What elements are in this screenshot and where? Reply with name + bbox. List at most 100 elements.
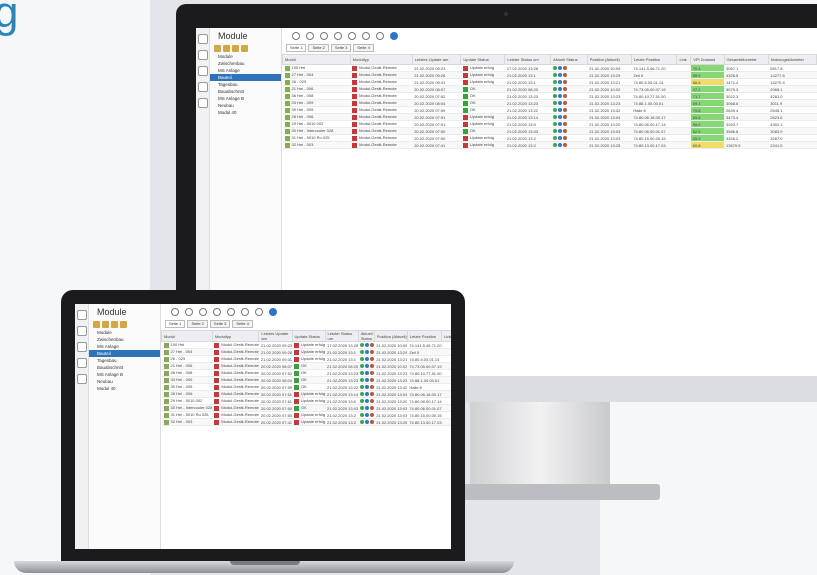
table-row[interactable]: 29 Hei - 5010 002 Modul-Gerät-Remote 20.02… [161,397,451,405]
tree-item[interactable]: Tagesbau [89,357,160,364]
users-icon[interactable] [76,326,87,336]
search-icon[interactable] [120,321,127,328]
table-row[interactable]: 30 Hei - Intercooler 028 Modul-Gerät-Remo… [161,404,451,412]
table-row[interactable]: 29 Hei - 5010 002 Modul-Gerät-Remote 20.02… [282,120,817,128]
home-icon[interactable] [76,310,87,320]
column-header[interactable]: Modul [282,54,351,65]
column-header[interactable]: Letzter Status um [504,54,552,65]
home-tool-icon[interactable] [292,32,300,40]
calendar-icon[interactable] [197,82,208,92]
table-row[interactable]: 21 Hei - 006 Modul-Gerät-Remote 20.02.2020… [161,362,451,370]
tree-item[interactable]: MS Anlage B [210,95,281,102]
column-header[interactable]: Letztes Update am [411,54,462,65]
tools-icon[interactable] [76,374,87,384]
column-header[interactable]: Letztes Update am [258,330,293,342]
tree-item[interactable]: Neubau [89,378,160,385]
table-row[interactable]: 32 Hei - 003 Modul-Gerät-Remote 20.02.2020… [161,418,451,426]
tree-item[interactable]: Bauabschnitt [210,88,281,95]
tree-item[interactable]: MS Anlage [210,67,281,74]
tab[interactable]: Seite 3 [330,44,352,52]
location-icon[interactable] [76,342,87,352]
tree-item[interactable]: Bauteil [210,74,281,81]
tree-item[interactable]: Neubau [210,102,281,109]
table-row[interactable]: 33 Hei - 009 Modul-Gerät-Remote 20.02.2020… [282,99,817,107]
tab[interactable]: Seite 4 [232,320,253,328]
table-row[interactable]: 36 Hei - 008 Modul-Gerät-Remote 20.02.2020… [282,92,817,100]
column-header[interactable]: Aktuell Status [550,54,588,65]
column-header[interactable]: VPI Zustand [690,54,725,65]
clock-icon[interactable] [241,308,249,316]
column-header[interactable]: Letzte Position [406,330,443,342]
table-row[interactable]: 30 Hei - Intercooler 028 Modul-Gerät-Remo… [282,127,817,135]
settings-icon[interactable] [376,32,384,40]
folder-icon[interactable] [214,45,221,52]
column-header[interactable]: Update Status [291,330,326,342]
table-row[interactable]: 27 Hei - 004 Modul-Gerät-Remote 21.02.2020… [282,71,817,79]
add-icon[interactable] [223,45,230,52]
column-header[interactable]: Link [441,330,451,342]
tree-item[interactable]: Tagesbau [210,81,281,88]
table-row[interactable]: 39 Hei - 005 Modul-Gerät-Remote 20.02.2020… [282,106,817,114]
table-row[interactable]: 31 Hei - 5010 Ro 025 Modul-Gerät-Remote 20… [161,411,451,419]
table-row[interactable]: 33 Hei - 009 Modul-Gerät-Remote 20.02.2020… [161,376,451,384]
table-row[interactable]: 28 Hei - 006 Modul-Gerät-Remote 20.02.2020… [282,113,817,121]
table-row[interactable]: 21 Hei - 006 Modul-Gerät-Remote 20.02.2020… [282,85,817,93]
tab[interactable]: Seite 4 [353,44,374,52]
table-row[interactable]: 27 Hei - 004 Modul-Gerät-Remote 21.02.2020… [161,348,451,356]
tree-item[interactable]: Bauteil [89,350,160,357]
tree-item[interactable]: MS Anlage [89,343,160,350]
tab[interactable]: Seite 1 [286,44,307,52]
tree-item[interactable]: Zwischenbau [89,336,160,343]
tab[interactable]: Seite 2 [308,44,329,52]
tree-item[interactable]: Zwischenbau [210,60,281,67]
tree-item[interactable]: MS Anlage B [89,371,160,378]
refresh-icon[interactable] [213,308,221,316]
tree-item[interactable]: Modul 40 [89,385,160,392]
list-tool-icon[interactable] [320,32,328,40]
tab[interactable]: Seite 3 [209,320,231,328]
users-icon[interactable] [197,50,208,60]
tools-icon[interactable] [197,98,208,108]
info-icon[interactable] [390,32,398,40]
column-header[interactable]: Gesamtkilometer [723,54,769,65]
column-header[interactable]: Modultyp [349,54,413,65]
column-header[interactable]: Modultyp [211,330,260,342]
tree-item[interactable]: Module [210,53,281,60]
table-row[interactable]: 28 Hei - 006 Modul-Gerät-Remote 20.02.2020… [161,390,451,398]
column-header[interactable]: Modul [161,330,213,342]
pin-icon[interactable] [348,32,356,40]
info-icon[interactable] [269,308,277,316]
tab[interactable]: Seite 1 [165,320,186,328]
calendar-icon[interactable] [76,358,87,368]
table-row[interactable]: 26 - 029 Modul-Gerät-Remote 21.02.2020 09:… [282,78,817,86]
column-header[interactable]: Position (Aktuell) [373,330,408,342]
search-icon[interactable] [241,45,248,52]
column-header[interactable]: Letzter Status um [324,330,359,342]
table-row[interactable]: 26 - 029 Modul-Gerät-Remote 21.02.2020 09:… [161,355,451,363]
settings-icon[interactable] [255,308,263,316]
table-row[interactable]: 32 Hei - 003 Modul-Gerät-Remote 20.02.2020… [282,141,817,149]
tab[interactable]: Seite 2 [187,320,208,328]
user-tool-icon[interactable] [306,32,314,40]
table-row[interactable]: 36 Hei - 008 Modul-Gerät-Remote 20.02.2020… [161,369,451,377]
refresh-icon[interactable] [334,32,342,40]
column-header[interactable]: Nutzungskilometer [767,54,817,65]
clock-icon[interactable] [362,32,370,40]
location-icon[interactable] [197,66,208,76]
folder-icon[interactable] [93,321,100,328]
table-row[interactable]: 100 Hei Modul-Gerät-Remote 21.02.2020 09:2… [282,64,817,72]
column-header[interactable]: Update Status [460,54,506,65]
table-row[interactable]: 39 Hei - 005 Modul-Gerät-Remote 20.02.2020… [161,383,451,391]
column-header[interactable]: Link [676,54,692,65]
table-row[interactable]: 100 Hei Modul-Gerät-Remote 21.02.2020 09:2… [161,341,451,349]
delete-icon[interactable] [232,45,239,52]
column-header[interactable]: Letzte Position [630,54,678,65]
tree-item[interactable]: Module [89,329,160,336]
home-icon[interactable] [197,34,208,44]
tree-item[interactable]: Bauabschnitt [89,364,160,371]
delete-icon[interactable] [111,321,118,328]
table-row[interactable]: 31 Hei - 5010 Ro 025 Modul-Gerät-Remote 20… [282,134,817,142]
add-icon[interactable] [102,321,109,328]
pin-icon[interactable] [227,308,235,316]
list-tool-icon[interactable] [199,308,207,316]
